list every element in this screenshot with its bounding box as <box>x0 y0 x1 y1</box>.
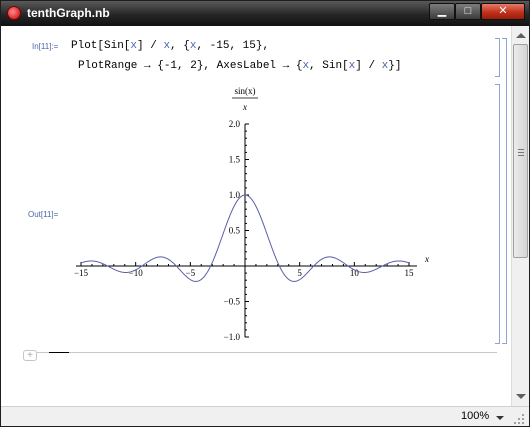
y-axis-label-numerator: sin(x) <box>235 86 256 96</box>
y-tick-label: 0.5 <box>229 226 241 236</box>
code-token: PlotRange → {-1, 2}, AxesLabel → { <box>78 60 303 72</box>
output-label: Out[11]= <box>28 210 59 219</box>
code-token: }] <box>388 60 402 72</box>
close-button[interactable]: ✕ <box>481 3 525 20</box>
maximize-button[interactable]: □ <box>455 3 481 20</box>
scroll-down-icon[interactable] <box>516 394 526 399</box>
scroll-thumb[interactable] <box>513 44 528 258</box>
input-code-line-2[interactable]: PlotRange → {-1, 2}, AxesLabel → {x, Sin… <box>78 60 401 72</box>
cell-insertion-line[interactable] <box>37 352 497 353</box>
y-tick-label: 2.0 <box>229 119 241 129</box>
grip-line <box>518 155 524 156</box>
zoom-level[interactable]: 100% <box>461 410 489 422</box>
scroll-up-icon[interactable] <box>516 33 526 38</box>
code-token: , Sin[ <box>309 60 349 72</box>
x-tick-label: 15 <box>405 268 415 278</box>
zoom-dropdown-icon[interactable] <box>496 416 504 420</box>
code-token: ] / <box>355 60 382 72</box>
y-axis-label-denominator: x <box>242 102 247 112</box>
notebook-content[interactable]: In[11]:= Plot[Sin[x] / x, {x, -15, 15}, … <box>1 26 511 406</box>
notebook-window: tenthGraph.nb ▁ □ ✕ In[11]:= Plot[Sin[x]… <box>0 0 530 427</box>
x-axis-label: x <box>424 254 429 264</box>
sinc-plot: −15 −10 −5 5 10 15−1.0−0.50.51.01.52.0xsin(x)… <box>74 86 429 342</box>
x-tick-label: 5 <box>297 268 302 278</box>
status-bar: 100% <box>1 406 529 426</box>
minimize-button[interactable]: ▁ <box>429 3 455 20</box>
y-tick-label: −0.5 <box>224 297 241 307</box>
mathematica-icon <box>7 6 21 20</box>
input-cell-bracket[interactable] <box>495 38 500 77</box>
output-cell-bracket[interactable] <box>495 84 500 344</box>
code-token: , -15, 15}, <box>196 40 270 52</box>
vertical-scrollbar[interactable] <box>511 26 529 406</box>
input-label: In[11]:= <box>32 42 59 51</box>
window-title: tenthGraph.nb <box>27 6 110 20</box>
grip-line <box>518 149 524 150</box>
code-token: Plot[Sin[ <box>71 40 131 52</box>
x-tick-label: −15 <box>74 268 89 278</box>
title-bar[interactable]: tenthGraph.nb ▁ □ ✕ <box>1 1 529 26</box>
input-code-line-1[interactable]: Plot[Sin[x] / x, {x, -15, 15}, <box>71 40 269 52</box>
grip-line <box>518 152 524 153</box>
y-tick-label: −1.0 <box>224 332 241 342</box>
y-tick-label: 1.5 <box>229 155 241 165</box>
cursor-line <box>49 352 69 353</box>
cell-insert-button[interactable]: + <box>23 350 37 361</box>
code-token: ] / <box>137 40 164 52</box>
window-controls: ▁ □ ✕ <box>429 3 527 21</box>
group-cell-bracket[interactable] <box>502 38 507 344</box>
resize-grip-icon[interactable] <box>513 413 525 425</box>
code-token: , { <box>170 40 190 52</box>
